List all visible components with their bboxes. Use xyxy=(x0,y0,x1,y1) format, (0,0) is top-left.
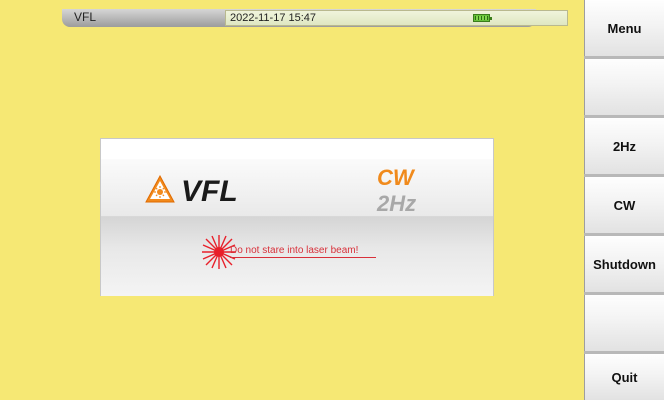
mode-2hz-indicator: 2Hz xyxy=(377,191,417,216)
2hz-button[interactable]: 2Hz xyxy=(584,118,664,174)
status-bar: VFL 2022-11-17 15:47 xyxy=(62,9,568,27)
cw-button[interactable]: CW xyxy=(584,177,664,233)
blank-softkey-2[interactable] xyxy=(584,295,664,351)
blank-softkey-1[interactable] xyxy=(584,59,664,115)
softkey-panel: Menu 2Hz CW Shutdown Quit xyxy=(584,0,664,400)
datetime-box: 2022-11-17 15:47 xyxy=(225,10,568,26)
vfl-status-panel: VFL CW 2Hz Do not stare into laser beam! xyxy=(100,138,494,296)
shutdown-button[interactable]: Shutdown xyxy=(584,236,664,292)
laser-warning-icon xyxy=(145,175,175,203)
battery-icon xyxy=(473,14,492,22)
app-title: VFL xyxy=(74,10,97,24)
quit-button[interactable]: Quit xyxy=(584,354,664,400)
mode-cw-indicator: CW xyxy=(377,165,414,190)
laser-warning-text: Do not stare into laser beam! xyxy=(230,245,376,258)
panel-header xyxy=(101,139,493,160)
menu-button[interactable]: Menu xyxy=(584,0,664,56)
datetime: 2022-11-17 15:47 xyxy=(230,12,317,24)
vfl-title: VFL xyxy=(181,175,238,208)
